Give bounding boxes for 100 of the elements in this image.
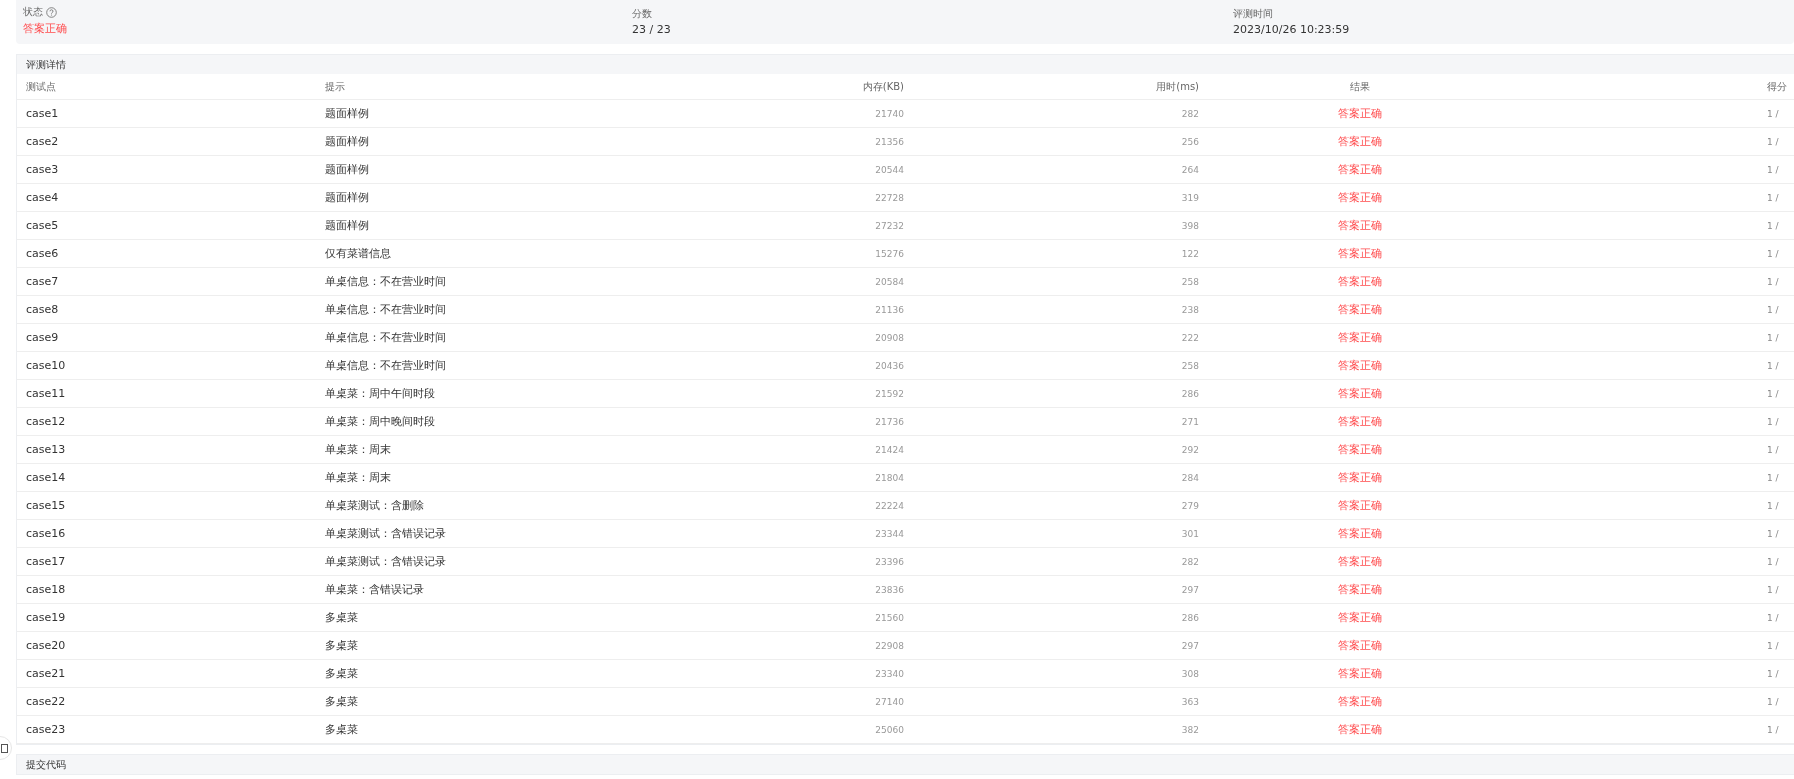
table-cell: 1 / — [1521, 492, 1794, 520]
table-cell: case21 — [17, 660, 325, 688]
table-cell: 222 — [904, 324, 1199, 352]
table-cell: 1 / — [1521, 660, 1794, 688]
table-cell: 1 / — [1521, 184, 1794, 212]
table-cell: 20436 — [804, 352, 904, 380]
table-cell: 答案正确 — [1199, 604, 1521, 632]
table-cell: 122 — [904, 240, 1199, 268]
table-cell: 1 / — [1521, 716, 1794, 744]
table-cell: 单桌信息：不在营业时间 — [325, 324, 804, 352]
table-cell: case22 — [17, 688, 325, 716]
table-cell: 22908 — [804, 632, 904, 660]
section-title: 评测详情 — [26, 57, 66, 72]
table-cell: 1 / — [1521, 212, 1794, 240]
table-cell: 单桌菜：周中午间时段 — [325, 380, 804, 408]
table-cell: 20544 — [804, 156, 904, 184]
table-cell: 题面样例 — [325, 156, 804, 184]
table-cell: 284 — [904, 464, 1199, 492]
table-cell: case10 — [17, 352, 325, 380]
table-cell: 单桌菜：含错误记录 — [325, 576, 804, 604]
table-cell: 多桌菜 — [325, 632, 804, 660]
table-cell: 单桌菜：周末 — [325, 464, 804, 492]
table-cell: case23 — [17, 716, 325, 744]
table-cell: 1 / — [1521, 380, 1794, 408]
table-cell: 264 — [904, 156, 1199, 184]
table-cell: 多桌菜 — [325, 688, 804, 716]
table-cell: 308 — [904, 660, 1199, 688]
table-cell: case7 — [17, 268, 325, 296]
table-cell: 21136 — [804, 296, 904, 324]
table-cell: 单桌菜：周中晚间时段 — [325, 408, 804, 436]
table-cell: 答案正确 — [1199, 632, 1521, 660]
table-cell: case18 — [17, 576, 325, 604]
table-cell: case20 — [17, 632, 325, 660]
table-cell: 398 — [904, 212, 1199, 240]
table-cell: 单桌菜测试：含删除 — [325, 492, 804, 520]
column-header: 结果 — [1199, 74, 1521, 100]
table-cell: 答案正确 — [1199, 352, 1521, 380]
table-cell: 22728 — [804, 184, 904, 212]
table-cell: 答案正确 — [1199, 660, 1521, 688]
table-cell: 仅有菜谱信息 — [325, 240, 804, 268]
table-cell: 15276 — [804, 240, 904, 268]
table-cell: case17 — [17, 548, 325, 576]
field-label: 状态 — [23, 5, 43, 19]
field-value: 2023/10/26 10:23:59 — [1233, 23, 1351, 36]
square-icon — [1, 743, 8, 753]
table-cell: 答案正确 — [1199, 100, 1521, 128]
table-cell: 单桌信息：不在营业时间 — [325, 268, 804, 296]
table-cell: 258 — [904, 268, 1199, 296]
table-cell: 答案正确 — [1199, 128, 1521, 156]
column-header: 用时(ms) — [904, 74, 1199, 100]
table-cell: 多桌菜 — [325, 716, 804, 744]
table-cell: case16 — [17, 520, 325, 548]
table-cell: 21560 — [804, 604, 904, 632]
table-cell: 答案正确 — [1199, 324, 1521, 352]
table-cell: 282 — [904, 100, 1199, 128]
table-cell: 1 / — [1521, 576, 1794, 604]
table-cell: 282 — [904, 548, 1199, 576]
table-cell: 单桌信息：不在营业时间 — [325, 352, 804, 380]
field-label: 评测时间 — [1233, 7, 1273, 21]
table-cell: case12 — [17, 408, 325, 436]
table-cell: 258 — [904, 352, 1199, 380]
table-cell: 答案正确 — [1199, 436, 1521, 464]
table-cell: 1 / — [1521, 352, 1794, 380]
table-cell: 292 — [904, 436, 1199, 464]
table-cell: case15 — [17, 492, 325, 520]
table-cell: 271 — [904, 408, 1199, 436]
table-cell: case2 — [17, 128, 325, 156]
table-cell: 答案正确 — [1199, 464, 1521, 492]
table-cell: 1 / — [1521, 520, 1794, 548]
table-cell: 答案正确 — [1199, 268, 1521, 296]
table-cell: 1 / — [1521, 100, 1794, 128]
table-cell: 答案正确 — [1199, 296, 1521, 324]
table-cell: 多桌菜 — [325, 604, 804, 632]
table-cell: 279 — [904, 492, 1199, 520]
table-cell: 20584 — [804, 268, 904, 296]
table-cell: 1 / — [1521, 324, 1794, 352]
table-cell: case19 — [17, 604, 325, 632]
table-cell: 答案正确 — [1199, 408, 1521, 436]
table-cell: case9 — [17, 324, 325, 352]
table-cell: 27232 — [804, 212, 904, 240]
field-label: 分数 — [632, 7, 652, 21]
table-cell: 297 — [904, 576, 1199, 604]
table-cell: 363 — [904, 688, 1199, 716]
table-cell: 21804 — [804, 464, 904, 492]
table-cell: 256 — [904, 128, 1199, 156]
table-cell: 1 / — [1521, 408, 1794, 436]
table-cell: 1 / — [1521, 296, 1794, 324]
table-cell: 1 / — [1521, 436, 1794, 464]
field-value: 23 / 23 — [632, 23, 672, 36]
table-cell: 1 / — [1521, 688, 1794, 716]
table-cell: 1 / — [1521, 604, 1794, 632]
table-cell: 答案正确 — [1199, 184, 1521, 212]
table-cell: 单桌菜：周末 — [325, 436, 804, 464]
table-cell: case8 — [17, 296, 325, 324]
table-cell: 1 / — [1521, 268, 1794, 296]
table-cell: 21736 — [804, 408, 904, 436]
table-cell: 答案正确 — [1199, 716, 1521, 744]
table-cell: 25060 — [804, 716, 904, 744]
table-cell: 1 / — [1521, 632, 1794, 660]
table-cell: 答案正确 — [1199, 492, 1521, 520]
